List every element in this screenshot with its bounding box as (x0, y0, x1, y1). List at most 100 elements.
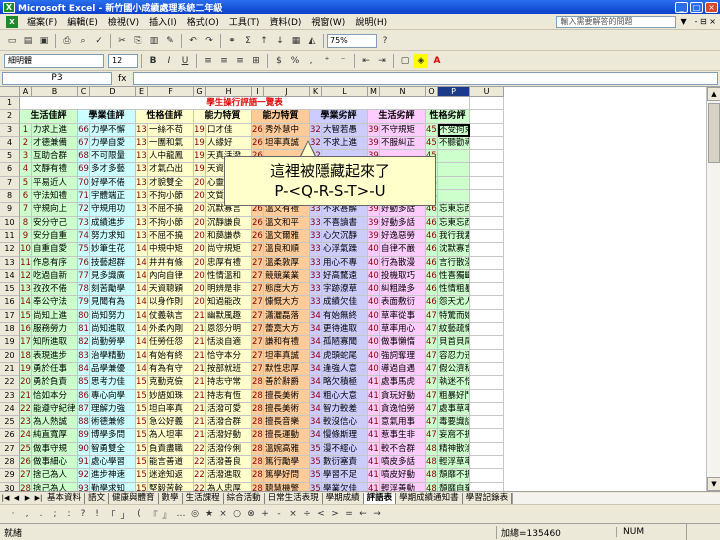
grid-cell[interactable]: 27 (20, 469, 32, 483)
grid-cell[interactable]: 463 (426, 216, 438, 230)
grid-cell[interactable]: 博學多問 (90, 429, 136, 443)
grid-cell[interactable]: 20 (20, 376, 32, 390)
grid-cell[interactable]: 不守規矩 (380, 123, 426, 137)
grid-cell[interactable]: 284 (252, 429, 264, 443)
font-size-select[interactable]: 12 (108, 53, 138, 68)
save-icon[interactable]: ▣ (37, 34, 51, 48)
menu-item-3[interactable]: 插入(I) (144, 18, 182, 28)
bracket-close-icon[interactable]: 」 (118, 508, 132, 521)
grid-cell[interactable]: 77 (78, 269, 90, 284)
grid-cell[interactable] (470, 323, 504, 337)
column-header[interactable]: N (380, 87, 426, 97)
grid-cell[interactable]: 井井有條 (148, 256, 194, 270)
grid-cell[interactable]: 19 (20, 362, 32, 377)
grid-cell[interactable]: 進步神速 (90, 469, 136, 483)
grid-cell[interactable]: 不服糾正 (380, 136, 426, 151)
grid-cell[interactable]: 214 (194, 362, 206, 377)
grid-cell[interactable] (470, 482, 504, 491)
grid-cell[interactable]: 術德兼修 (90, 416, 136, 430)
grid-cell[interactable]: 惹事生非 (380, 429, 426, 443)
grid-cell[interactable]: 守規向上 (32, 203, 78, 217)
increase-decimal-icon[interactable]: ⁺ (320, 54, 334, 68)
grid-cell[interactable] (438, 176, 470, 191)
grid-cell[interactable]: 12 (20, 269, 32, 284)
grid-cell[interactable]: 343 (310, 349, 322, 363)
grid-cell[interactable]: 204 (194, 229, 206, 244)
grid-cell[interactable]: 活潑進取 (206, 469, 252, 483)
grid-cell[interactable]: 344 (310, 362, 322, 377)
grid-cell[interactable]: 403 (368, 283, 380, 297)
grid-cell[interactable] (470, 163, 504, 177)
next-sheet-icon[interactable]: ▶ (22, 494, 33, 502)
grid-cell[interactable]: 尚知進取 (90, 323, 136, 337)
name-box[interactable]: P3 (2, 72, 112, 85)
column-header[interactable]: A (20, 87, 32, 97)
grid-cell[interactable]: 475 (426, 376, 438, 390)
grid-cell[interactable]: 才氣凸出 (148, 163, 194, 177)
grid-cell[interactable]: 199 (194, 163, 206, 177)
grid-cell[interactable]: 精神散渙 (438, 442, 470, 457)
grid-cell[interactable]: 206 (194, 256, 206, 270)
column-category-header[interactable]: 性格劣評 (426, 110, 470, 124)
help-search-input[interactable]: 輸入需要解答的問題 (556, 15, 677, 28)
grid-cell[interactable]: 480 (426, 442, 438, 457)
grid-cell[interactable]: 401 (368, 256, 380, 270)
grid-cell[interactable]: 頹靡自棄 (438, 482, 470, 491)
grid-cell[interactable]: 464 (426, 229, 438, 244)
row-header[interactable]: 14 (0, 269, 20, 284)
grid-cell[interactable]: 不求上進 (322, 136, 368, 151)
grid-cell[interactable]: 472 (426, 336, 438, 350)
row-header[interactable]: 18 (0, 323, 20, 337)
grid-cell[interactable]: 135 (136, 176, 148, 191)
print-icon[interactable]: ⎙ (60, 34, 74, 48)
grid-cell[interactable]: 秀外慧中 (264, 123, 310, 137)
grid-cell[interactable]: 408 (368, 349, 380, 363)
grid-cell[interactable] (470, 362, 504, 377)
grid-cell[interactable]: 堅毅苦幹 (148, 482, 194, 491)
grid-cell[interactable]: 貪逸怕勞 (380, 402, 426, 417)
grid-cell[interactable] (470, 402, 504, 417)
grid-cell[interactable]: 好學不倦 (90, 176, 136, 191)
column-header[interactable]: J (264, 87, 310, 97)
grid-cell[interactable]: 417 (368, 469, 380, 483)
eq-icon[interactable]: = (342, 509, 356, 519)
grid-cell[interactable]: 宇體端正 (90, 190, 136, 204)
grid-cell[interactable]: 411 (368, 389, 380, 403)
column-header[interactable]: B (32, 87, 78, 97)
grid-cell[interactable]: 66 (78, 123, 90, 137)
grid-cell[interactable]: 88 (78, 416, 90, 430)
menu-item-1[interactable]: 編輯(E) (62, 18, 103, 28)
grid-cell[interactable] (470, 456, 504, 470)
grid-cell[interactable]: 容忍力迅 (438, 349, 470, 363)
row-header[interactable]: 19 (0, 336, 20, 350)
grid-cell[interactable]: 337 (310, 269, 322, 284)
grid-cell[interactable]: 218 (194, 416, 206, 430)
grid-cell[interactable]: 才德兼備 (32, 136, 78, 151)
grid-cell[interactable]: 迷途知返 (148, 469, 194, 483)
sheet-tab[interactable]: 健康與體育 (109, 492, 159, 504)
paren-icon[interactable]: ( (132, 509, 146, 519)
grid-cell[interactable]: 8 (20, 216, 32, 230)
grid-cell[interactable]: 數衍塞責 (322, 456, 368, 470)
grid-cell[interactable]: 漫不經心 (322, 442, 368, 457)
grid-cell[interactable]: 144 (136, 296, 148, 310)
grid-cell[interactable]: 72 (78, 203, 90, 217)
grid-cell[interactable]: 坦白率真 (148, 402, 194, 417)
column-header[interactable]: D (90, 87, 136, 97)
minus-icon[interactable]: - (272, 509, 286, 519)
grid-cell[interactable]: 334 (310, 229, 322, 244)
grid-cell[interactable]: 278 (252, 349, 264, 363)
grid-cell[interactable]: 478 (426, 416, 438, 430)
select-all-corner[interactable] (0, 87, 20, 97)
grid-cell[interactable]: 智勇雙全 (90, 442, 136, 457)
italic-button[interactable]: I (162, 54, 176, 68)
grid-cell[interactable]: 335 (310, 243, 322, 257)
column-category-header[interactable]: 能力特質 (194, 110, 252, 124)
grid-cell[interactable]: 17 (20, 336, 32, 350)
grid-cell[interactable]: 150 (136, 376, 148, 390)
horizontal-scrollbar[interactable] (512, 492, 720, 504)
grid-cell[interactable]: 導過自遇 (380, 362, 426, 377)
grid-cell[interactable]: 任勞任怨 (148, 336, 194, 350)
grid-cell[interactable]: 尚知努力 (90, 309, 136, 324)
grid-cell[interactable]: 言行散漫 (438, 256, 470, 270)
